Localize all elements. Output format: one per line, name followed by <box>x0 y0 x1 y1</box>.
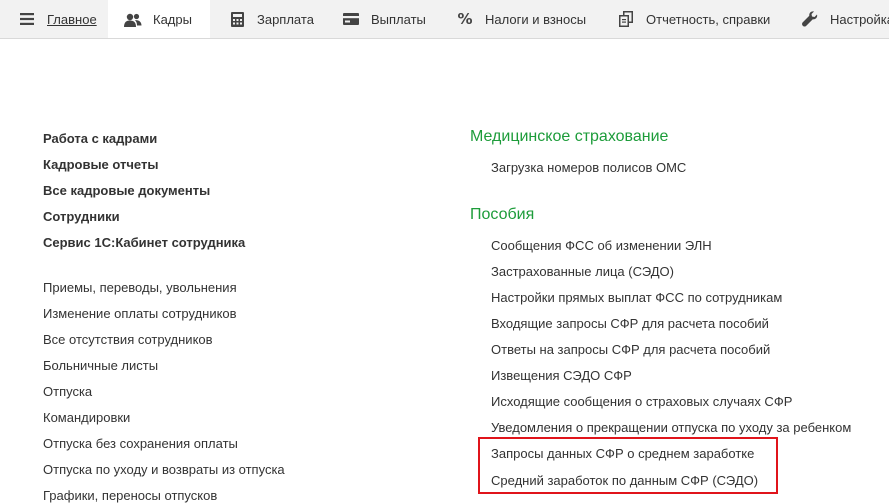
percent-icon: % <box>457 10 473 28</box>
section-title-benefits: Пособия <box>470 206 535 223</box>
highlight-frame <box>478 437 778 494</box>
tab-salary[interactable]: Зарплата <box>210 0 327 38</box>
link-insured-persons-sedo[interactable]: Застрахованные лица (СЭДО) <box>491 264 674 280</box>
link-parental-leave-termination[interactable]: Уведомления о прекращении отпуска по ухо… <box>491 420 851 436</box>
link-hirings-transfers[interactable]: Приемы, переводы, увольнения <box>43 280 237 296</box>
link-outgoing-insurance-cases[interactable]: Исходящие сообщения о страховых случаях … <box>491 394 792 410</box>
link-vacation-schedules[interactable]: Графики, переносы отпусков <box>43 488 217 504</box>
link-vacations[interactable]: Отпуска <box>43 384 92 400</box>
tab-settings-label: Настройка <box>830 11 889 27</box>
link-all-absences[interactable]: Все отсутствия сотрудников <box>43 332 213 348</box>
tab-main-label: Главное <box>47 11 97 27</box>
link-direct-payments-settings[interactable]: Настройки прямых выплат ФСС по сотрудник… <box>491 290 782 306</box>
link-pay-changes[interactable]: Изменение оплаты сотрудников <box>43 306 237 322</box>
link-load-oms-policies[interactable]: Загрузка номеров полисов ОМС <box>491 160 686 176</box>
tab-payments[interactable]: Выплаты <box>327 0 441 38</box>
tab-payments-label: Выплаты <box>371 11 426 27</box>
link-parental-leaves[interactable]: Отпуска по уходу и возвраты из отпуска <box>43 462 285 478</box>
tab-hr-label: Кадры <box>153 12 192 27</box>
tab-taxes[interactable]: % Налоги и взносы <box>441 0 602 38</box>
section-title-medical-insurance: Медицинское страхование <box>470 128 669 145</box>
tab-settings[interactable]: Настройка <box>787 0 889 38</box>
link-employees[interactable]: Сотрудники <box>43 209 120 225</box>
link-sedo-sfr-notices[interactable]: Извещения СЭДО СФР <box>491 368 632 384</box>
tab-reports-label: Отчетность, справки <box>646 11 771 27</box>
menu-icon <box>18 10 36 28</box>
wrench-icon <box>801 10 819 28</box>
wallet-icon <box>342 10 360 28</box>
link-sick-leaves[interactable]: Больничные листы <box>43 358 158 374</box>
tab-hr[interactable]: Кадры <box>108 0 210 38</box>
link-unpaid-leaves[interactable]: Отпуска без сохранения оплаты <box>43 436 238 452</box>
calculator-icon <box>228 10 246 28</box>
documents-icon <box>617 10 635 28</box>
people-icon <box>124 11 142 29</box>
tab-main[interactable]: Главное <box>0 0 108 38</box>
section-tab-bar: Главное Кадры Зарплата Выплаты % Налоги … <box>0 0 889 39</box>
tab-taxes-label: Налоги и взносы <box>485 11 587 27</box>
link-business-trips[interactable]: Командировки <box>43 410 130 426</box>
link-sfr-request-answers[interactable]: Ответы на запросы СФР для расчета пособи… <box>491 342 770 358</box>
link-employee-cabinet-service[interactable]: Сервис 1С:Кабинет сотрудника <box>43 235 245 251</box>
link-fss-eln-messages[interactable]: Сообщения ФСС об изменении ЭЛН <box>491 238 712 254</box>
link-hr-reports[interactable]: Кадровые отчеты <box>43 157 158 173</box>
tab-reports[interactable]: Отчетность, справки <box>602 0 787 38</box>
tab-salary-label: Зарплата <box>257 11 314 27</box>
link-all-hr-documents[interactable]: Все кадровые документы <box>43 183 210 199</box>
link-incoming-sfr-requests[interactable]: Входящие запросы СФР для расчета пособий <box>491 316 769 332</box>
link-hr-work[interactable]: Работа с кадрами <box>43 131 157 147</box>
